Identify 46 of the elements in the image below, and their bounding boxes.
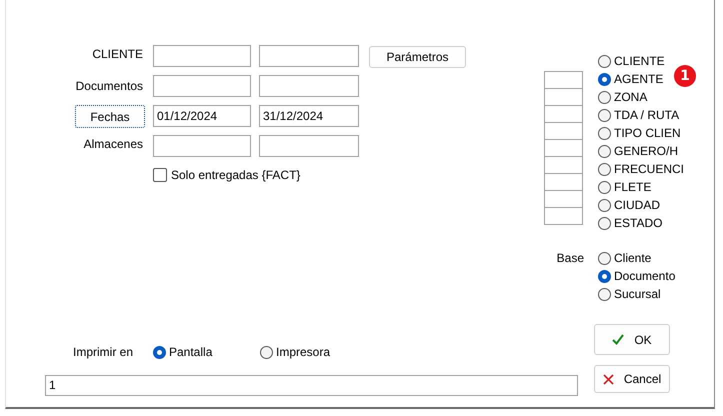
- order-field[interactable]: [544, 156, 583, 174]
- print-label: Imprimir en: [73, 345, 134, 359]
- order-field[interactable]: [544, 105, 583, 123]
- field-label: CLIENTE: [92, 46, 143, 61]
- radio-option[interactable]: Documento: [598, 267, 676, 285]
- close-icon: [602, 374, 614, 384]
- order-field[interactable]: [544, 71, 583, 89]
- cancel-button[interactable]: Cancel: [594, 365, 670, 393]
- ok-button[interactable]: OK: [594, 324, 670, 355]
- input-field[interactable]: 01/12/2024: [153, 105, 251, 127]
- dates-button[interactable]: Fechas: [75, 105, 145, 128]
- radio-option[interactable]: GENERO/H: [598, 142, 678, 160]
- order-field[interactable]: [544, 207, 583, 225]
- radio-option[interactable]: ZONA: [598, 88, 648, 106]
- radio-option[interactable]: Sucursal: [598, 285, 661, 303]
- base-label: Base: [556, 250, 584, 267]
- input-field[interactable]: [259, 75, 359, 97]
- notification-badge: 1: [674, 65, 696, 87]
- radio-option[interactable]: CIUDAD: [598, 196, 660, 214]
- field-label: Documentos: [76, 79, 143, 93]
- radio-option[interactable]: TIPO CLIEN: [598, 124, 681, 142]
- radio-option[interactable]: ESTADO: [598, 214, 662, 232]
- input-field[interactable]: [153, 75, 251, 97]
- input-field[interactable]: [259, 45, 359, 67]
- radio-option[interactable]: Pantalla: [153, 343, 260, 361]
- field-label: Almacenes: [84, 136, 143, 151]
- input-field[interactable]: 1: [45, 375, 578, 396]
- order-field[interactable]: [544, 122, 583, 140]
- order-field[interactable]: [544, 190, 583, 208]
- radio-option[interactable]: Impresora: [260, 343, 330, 361]
- input-field[interactable]: 31/12/2024: [259, 105, 359, 127]
- input-field[interactable]: [153, 135, 251, 157]
- check-icon: [612, 334, 624, 345]
- radio-option[interactable]: Cliente: [598, 249, 652, 267]
- checkbox[interactable]: Solo entregadas {FACT}: [153, 167, 464, 183]
- order-field[interactable]: [544, 88, 583, 106]
- order-field[interactable]: [544, 139, 583, 157]
- radio-option[interactable]: AGENTE: [598, 70, 664, 88]
- order-field[interactable]: [544, 173, 583, 191]
- radio-option[interactable]: TDA / RUTA: [598, 106, 680, 124]
- input-field[interactable]: [153, 45, 251, 67]
- radio-option[interactable]: FRECUENCI: [598, 160, 684, 178]
- radio-option[interactable]: FLETE: [598, 178, 652, 196]
- parameters-button[interactable]: Parámetros: [369, 46, 466, 68]
- input-field[interactable]: [259, 135, 359, 157]
- radio-option[interactable]: CLIENTE: [598, 52, 665, 70]
